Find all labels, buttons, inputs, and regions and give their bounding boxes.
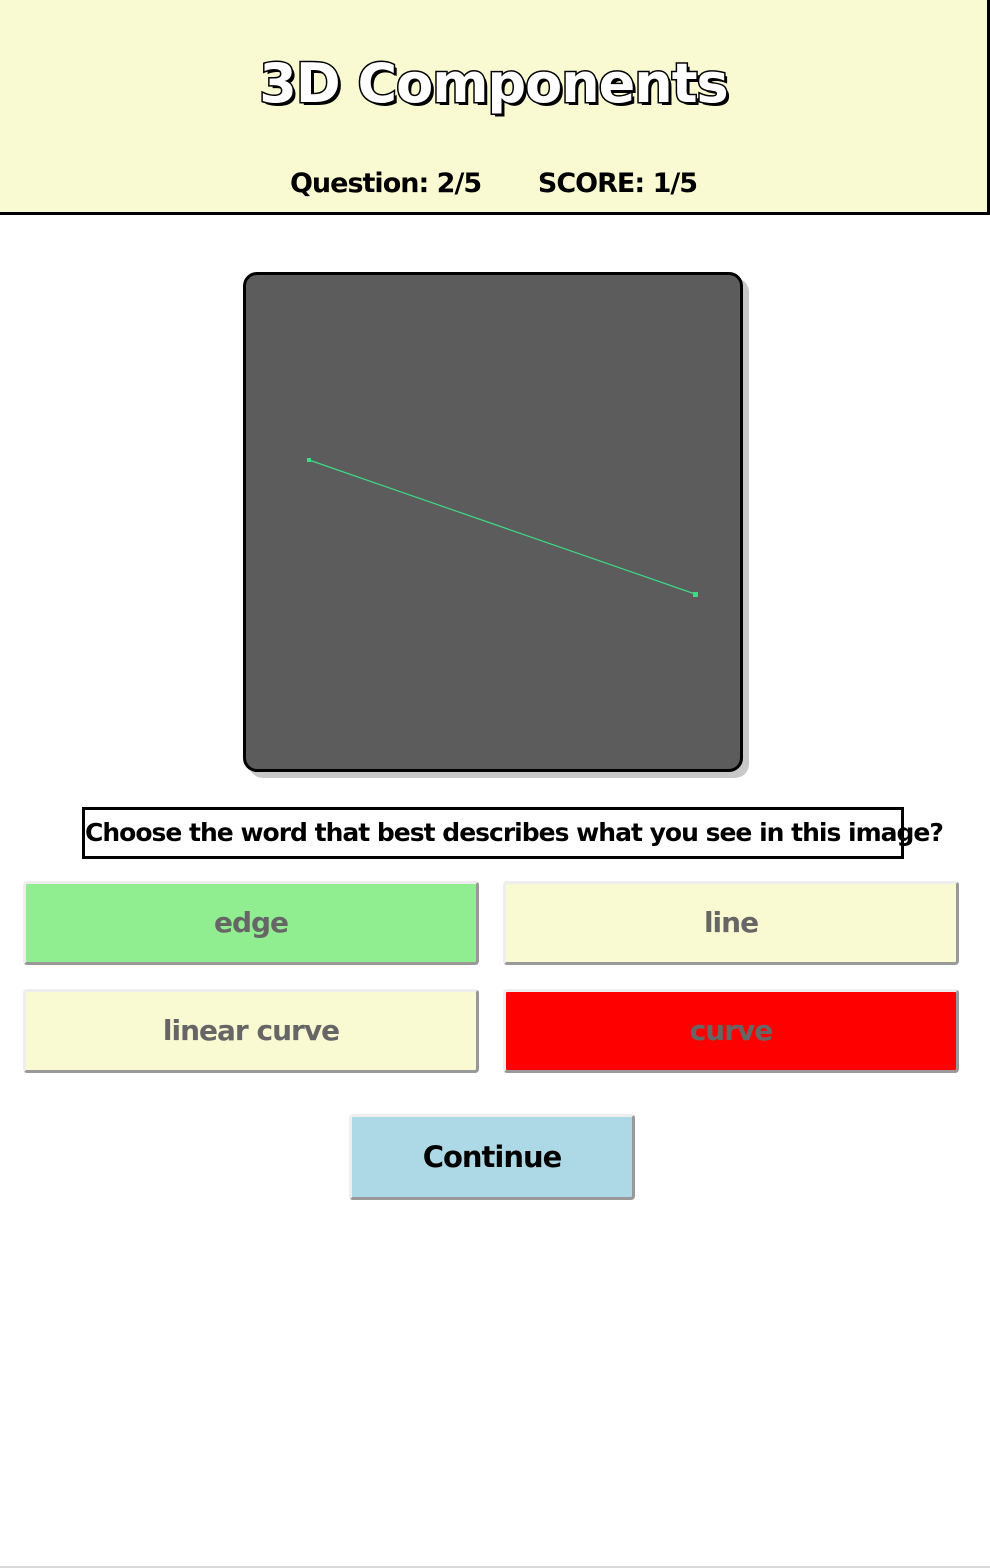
continue-button[interactable]: Continue: [349, 1114, 635, 1200]
question-counter: 2/5: [436, 168, 482, 199]
score-counter: 1/5: [652, 168, 698, 199]
scene-vertex-start: [307, 458, 311, 462]
page-title: 3D Components: [258, 51, 730, 117]
scene-canvas: [307, 458, 698, 597]
header-bar: 3D Components Question: 2/5 SCORE: 1/5: [0, 0, 990, 215]
question-label: Question:: [289, 168, 429, 199]
quiz-stats: Question: 2/5 SCORE: 1/5: [0, 168, 987, 199]
answer-option-line[interactable]: line: [503, 881, 959, 965]
score-label: SCORE:: [537, 168, 645, 199]
answer-option-curve[interactable]: curve: [503, 989, 959, 1073]
answer-option-linear-curve[interactable]: linear curve: [23, 989, 479, 1073]
answer-option-edge[interactable]: edge: [23, 881, 479, 965]
question-prompt: Choose the word that best describes what…: [82, 807, 944, 859]
scene-vertex-end: [693, 592, 698, 597]
3d-viewport: [243, 272, 743, 772]
scene-edge-line: [308, 459, 696, 595]
